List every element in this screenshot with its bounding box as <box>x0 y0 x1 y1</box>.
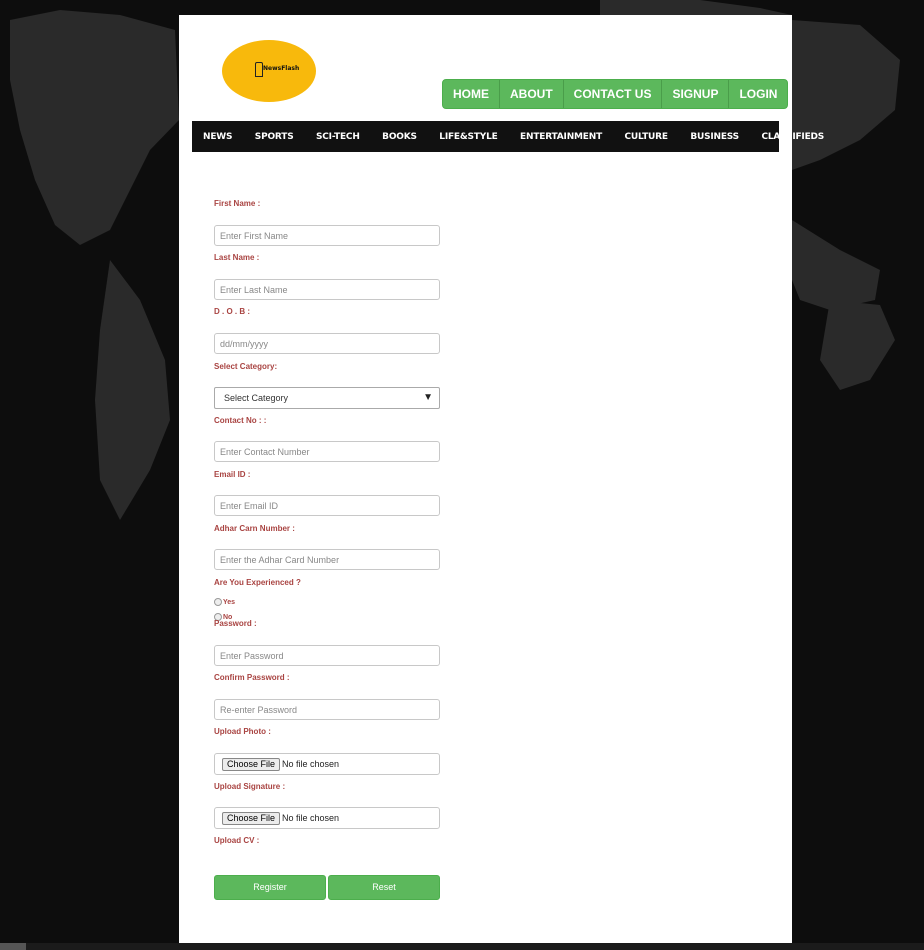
register-button[interactable]: Register <box>214 875 326 900</box>
upload-photo-status: No file chosen <box>282 759 340 769</box>
upload-photo-field[interactable]: Choose File No file chosen <box>214 753 440 775</box>
contact-label: Contact No : : <box>214 416 267 425</box>
category-navigation: NEWS SPORTS SCI-TECH BOOKS LIFE&STYLE EN… <box>192 121 824 152</box>
footer-strip <box>0 943 924 950</box>
upload-photo-label: Upload Photo : <box>214 727 271 736</box>
top-navigation: HOME ABOUT CONTACT US SIGNUP LOGIN <box>442 79 789 109</box>
contact-input[interactable] <box>214 441 440 462</box>
reset-button[interactable]: Reset <box>328 875 440 900</box>
confirm-password-input[interactable] <box>214 699 440 720</box>
radio-yes-label: Yes <box>223 598 236 606</box>
adhar-input[interactable] <box>214 549 440 570</box>
experienced-label: Are You Experienced ? <box>214 578 301 587</box>
category-sports[interactable]: SPORTS <box>255 132 294 142</box>
upload-signature-label: Upload Signature : <box>214 782 286 791</box>
nav-contact-us[interactable]: CONTACT US <box>564 80 663 108</box>
category-select-value: Select Category <box>224 393 289 403</box>
first-name-input[interactable] <box>214 225 440 246</box>
category-books[interactable]: BOOKS <box>382 132 417 142</box>
category-life-style[interactable]: LIFE&STYLE <box>439 132 497 142</box>
category-sci-tech[interactable]: SCI-TECH <box>316 132 360 142</box>
pen-icon <box>255 62 263 77</box>
upload-cv-label: Upload CV : <box>214 836 260 845</box>
nav-signup[interactable]: SIGNUP <box>662 80 730 108</box>
category-business[interactable]: BUSINESS <box>690 132 739 142</box>
adhar-label: Adhar Carn Number : <box>214 524 295 533</box>
nav-about[interactable]: ABOUT <box>500 80 564 108</box>
upload-photo-button[interactable]: Choose File <box>222 758 281 771</box>
category-classifieds[interactable]: CLASSIFIEDS <box>761 132 824 142</box>
site-logo[interactable]: NewsFlash <box>222 40 316 102</box>
email-label: Email ID : <box>214 470 251 479</box>
password-label: Password : <box>214 619 257 628</box>
upload-signature-status: No file chosen <box>282 813 340 823</box>
password-input[interactable] <box>214 645 440 666</box>
upload-signature-field[interactable]: Choose File No file chosen <box>214 807 440 829</box>
dropdown-arrow-icon: ▼ <box>423 392 433 403</box>
category-label: Select Category: <box>214 362 278 371</box>
category-news[interactable]: NEWS <box>203 132 232 142</box>
confirm-password-label: Confirm Password : <box>214 673 290 682</box>
category-select[interactable]: Select Category ▼ <box>214 387 440 409</box>
email-input[interactable] <box>214 495 440 516</box>
last-name-input[interactable] <box>214 279 440 300</box>
nav-home[interactable]: HOME <box>443 80 500 108</box>
logo-text: NewsFlash <box>263 65 300 72</box>
page-container: NewsFlash HOME ABOUT CONTACT US SIGNUP L… <box>179 15 824 943</box>
radio-yes[interactable]: Yes <box>214 598 235 606</box>
dob-label: D . O . B : <box>214 307 250 316</box>
nav-login[interactable]: LOGIN <box>729 80 787 108</box>
category-entertainment[interactable]: ENTERTAINMENT <box>520 132 602 142</box>
upload-signature-button[interactable]: Choose File <box>222 812 281 825</box>
category-culture[interactable]: CULTURE <box>625 132 668 142</box>
dob-input[interactable] <box>214 333 440 354</box>
last-name-label: Last Name : <box>214 253 260 262</box>
radio-yes-circle[interactable] <box>214 598 222 606</box>
first-name-label: First Name : <box>214 199 261 208</box>
